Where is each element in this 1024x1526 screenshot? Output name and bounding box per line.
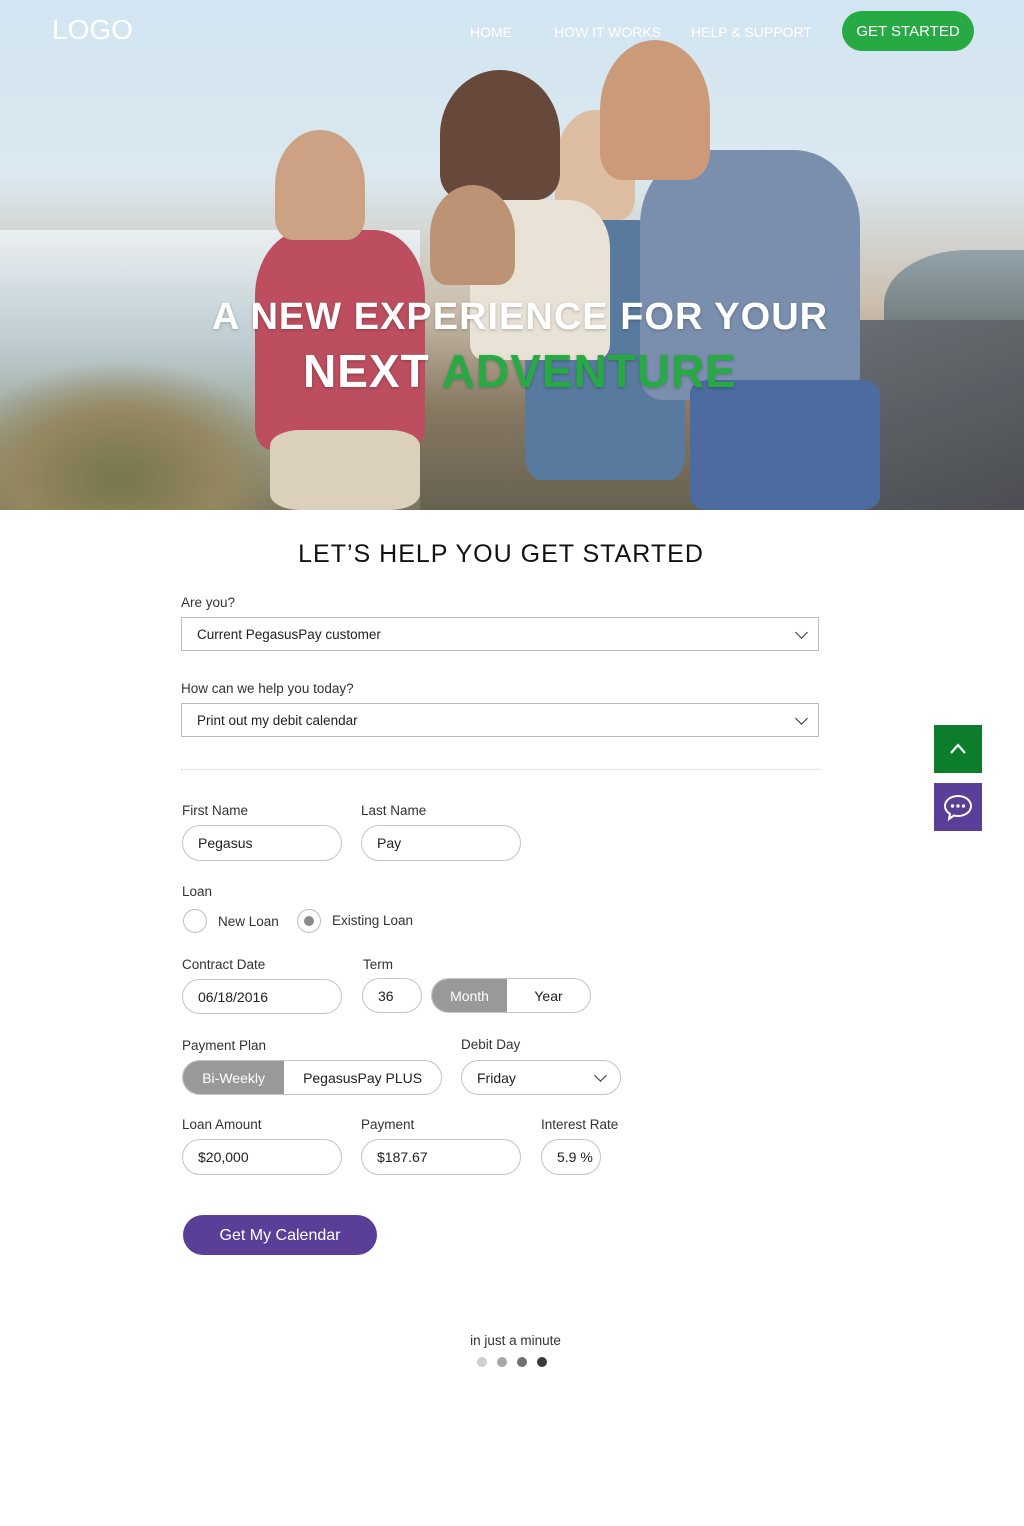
chevron-up-icon: [950, 743, 966, 754]
interest-rate-field[interactable]: 5.9 %: [541, 1139, 601, 1175]
get-calendar-button[interactable]: Get My Calendar: [183, 1215, 377, 1255]
progress-dot: [517, 1357, 527, 1367]
first-name-value: Pegasus: [198, 835, 253, 851]
are-you-label: Are you?: [181, 595, 236, 610]
nav-how-it-works-link[interactable]: HOW IT WORKS: [554, 24, 661, 40]
debit-day-select[interactable]: Friday: [461, 1060, 621, 1095]
section-divider: [181, 769, 821, 770]
progress-dot: [497, 1357, 507, 1367]
progress-hint: in just a minute: [470, 1333, 561, 1348]
progress-dots: [477, 1357, 547, 1367]
last-name-value: Pay: [377, 835, 402, 851]
last-name-label: Last Name: [361, 803, 427, 818]
chevron-down-icon: [594, 1069, 607, 1082]
payment-plan-plus[interactable]: PegasusPay PLUS: [284, 1061, 441, 1094]
term-label: Term: [363, 957, 393, 972]
interest-rate-label: Interest Rate: [541, 1117, 619, 1132]
chevron-down-icon: [795, 626, 808, 639]
progress-dot: [477, 1357, 487, 1367]
form-title: LET’S HELP YOU GET STARTED: [298, 540, 704, 568]
top-nav: LOGO HOME HOW IT WORKS HELP & SUPPORT GE…: [0, 0, 1024, 64]
payment-plan-label: Payment Plan: [182, 1038, 267, 1053]
help-today-select[interactable]: Print out my debit calendar: [181, 703, 819, 737]
hero-word-next: NEXT: [302, 345, 430, 397]
are-you-value: Current PegasusPay customer: [197, 627, 381, 642]
hero-banner: LOGO HOME HOW IT WORKS HELP & SUPPORT GE…: [0, 0, 1024, 510]
new-loan-label[interactable]: New Loan: [218, 914, 279, 929]
contract-date-label: Contract Date: [182, 957, 266, 972]
loan-amount-field[interactable]: $20,000: [182, 1139, 342, 1175]
debit-day-label: Debit Day: [461, 1037, 521, 1052]
term-value: 36: [378, 988, 394, 1004]
last-name-field[interactable]: Pay: [361, 825, 521, 861]
term-unit-toggle: Month Year: [431, 978, 591, 1013]
logo[interactable]: LOGO: [52, 14, 133, 46]
nav-home-link[interactable]: HOME: [470, 24, 512, 40]
payment-plan-toggle: Bi-Weekly PegasusPay PLUS: [182, 1060, 442, 1095]
existing-loan-radio[interactable]: [297, 909, 321, 933]
scroll-top-button[interactable]: [934, 725, 982, 773]
chat-bubble-icon: [943, 794, 973, 821]
chat-button[interactable]: [934, 783, 982, 831]
contract-date-field[interactable]: 06/18/2016: [182, 979, 342, 1014]
help-today-value: Print out my debit calendar: [197, 713, 358, 728]
progress-dot: [537, 1357, 547, 1367]
payment-plan-biweekly[interactable]: Bi-Weekly: [183, 1061, 285, 1094]
chevron-down-icon: [795, 712, 808, 725]
payment-value: $187.67: [377, 1149, 428, 1165]
first-name-label: First Name: [182, 803, 249, 818]
loan-amount-value: $20,000: [198, 1149, 249, 1165]
hero-word-adventure: ADVENTURE: [441, 345, 737, 397]
first-name-field[interactable]: Pegasus: [182, 825, 342, 861]
term-field[interactable]: 36: [362, 978, 422, 1013]
hero-headline: A NEW EXPERIENCE FOR YOUR: [211, 296, 829, 338]
term-unit-month[interactable]: Month: [432, 979, 508, 1012]
help-today-label: How can we help you today?: [181, 681, 354, 696]
payment-field[interactable]: $187.67: [361, 1139, 521, 1175]
existing-loan-label[interactable]: Existing Loan: [332, 913, 413, 928]
payment-label: Payment: [361, 1117, 415, 1132]
interest-rate-value: 5.9 %: [557, 1149, 593, 1165]
hero-subheadline: NEXT ADVENTURE: [0, 344, 1024, 398]
get-started-button[interactable]: GET STARTED: [842, 11, 974, 51]
loan-amount-label: Loan Amount: [182, 1117, 262, 1132]
loan-label: Loan: [182, 884, 213, 899]
debit-day-value: Friday: [477, 1070, 516, 1086]
nav-help-support-link[interactable]: HELP & SUPPORT: [691, 24, 812, 40]
new-loan-radio[interactable]: [183, 909, 207, 933]
term-unit-year[interactable]: Year: [507, 979, 590, 1012]
are-you-select[interactable]: Current PegasusPay customer: [181, 617, 819, 651]
contract-date-value: 06/18/2016: [198, 989, 269, 1005]
